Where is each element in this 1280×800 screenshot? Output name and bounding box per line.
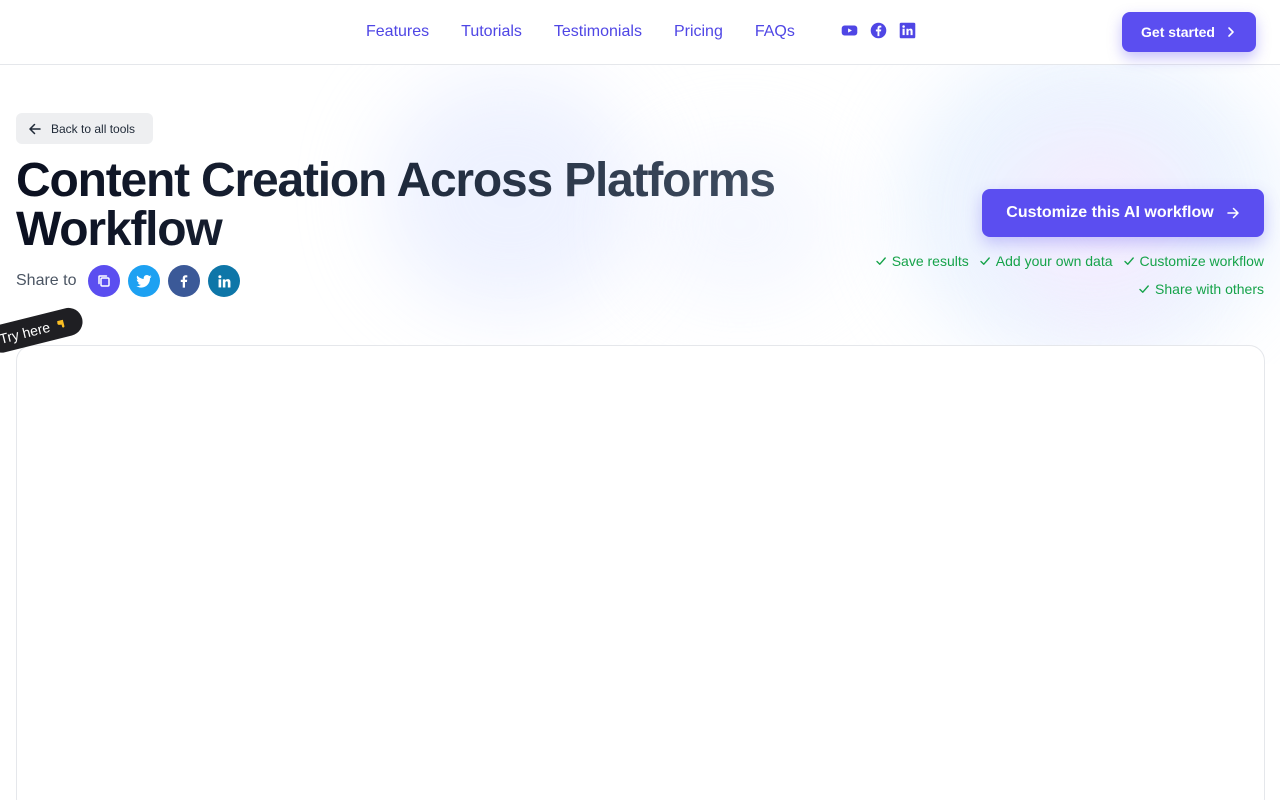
- main-nav: Features Tutorials Testimonials Pricing …: [366, 0, 795, 64]
- nav-link-pricing[interactable]: Pricing: [674, 23, 723, 41]
- page-title: Content Creation Across Platforms Workfl…: [16, 156, 856, 254]
- back-to-all-tools-button[interactable]: Back to all tools: [16, 113, 153, 144]
- check-icon: [980, 257, 990, 265]
- twitter-icon: [136, 275, 152, 288]
- workflow-embed-panel[interactable]: [16, 345, 1265, 800]
- nav-link-faqs[interactable]: FAQs: [755, 23, 795, 41]
- feature-label: Add your own data: [995, 253, 1113, 269]
- check-icon: [876, 257, 886, 265]
- facebook-icon[interactable]: [870, 22, 887, 39]
- feature-item: Add your own data: [979, 250, 1113, 272]
- get-started-button[interactable]: Get started: [1122, 12, 1256, 52]
- pointing-down-icon: [53, 313, 70, 334]
- copy-link-icon: [98, 275, 111, 287]
- check-icon: [1139, 285, 1149, 293]
- share-linkedin-button[interactable]: [208, 265, 241, 297]
- back-label: Back to all tools: [51, 121, 136, 136]
- share-bar: Share to: [16, 265, 241, 297]
- top-header: Features Tutorials Testimonials Pricing …: [0, 0, 1280, 65]
- feature-item: Customize workflow: [1123, 250, 1264, 272]
- youtube-icon[interactable]: [841, 22, 858, 39]
- try-here-label: Try here: [0, 318, 52, 347]
- feature-label: Share with others: [1155, 281, 1264, 297]
- arrow-right-icon: [1226, 207, 1239, 219]
- feature-item: Share with others: [1138, 278, 1264, 300]
- chevron-right-icon: [1228, 27, 1234, 37]
- share-facebook-button[interactable]: [168, 265, 201, 297]
- arrow-left-icon: [29, 123, 41, 134]
- get-started-label: Get started: [1141, 24, 1215, 40]
- share-twitter-button[interactable]: [128, 265, 161, 297]
- share-label: Share to: [16, 272, 77, 289]
- check-icon: [1123, 257, 1134, 265]
- feature-label: Customize workflow: [1139, 253, 1264, 269]
- feature-label: Save results: [891, 253, 969, 269]
- copy-link-button[interactable]: [88, 265, 121, 297]
- facebook-icon: [181, 275, 188, 288]
- social-links: [841, 22, 916, 39]
- nav-link-testimonials[interactable]: Testimonials: [554, 23, 642, 41]
- linkedin-icon[interactable]: [899, 22, 916, 39]
- nav-link-features[interactable]: Features: [366, 23, 429, 41]
- feature-item: Save results: [875, 250, 969, 272]
- customize-workflow-button[interactable]: Customize this AI workflow: [982, 189, 1264, 237]
- customize-label: Customize this AI workflow: [1006, 204, 1214, 221]
- nav-link-tutorials[interactable]: Tutorials: [461, 23, 522, 41]
- feature-list: Save results Add your own data Customize…: [824, 250, 1264, 300]
- linkedin-icon: [218, 274, 231, 287]
